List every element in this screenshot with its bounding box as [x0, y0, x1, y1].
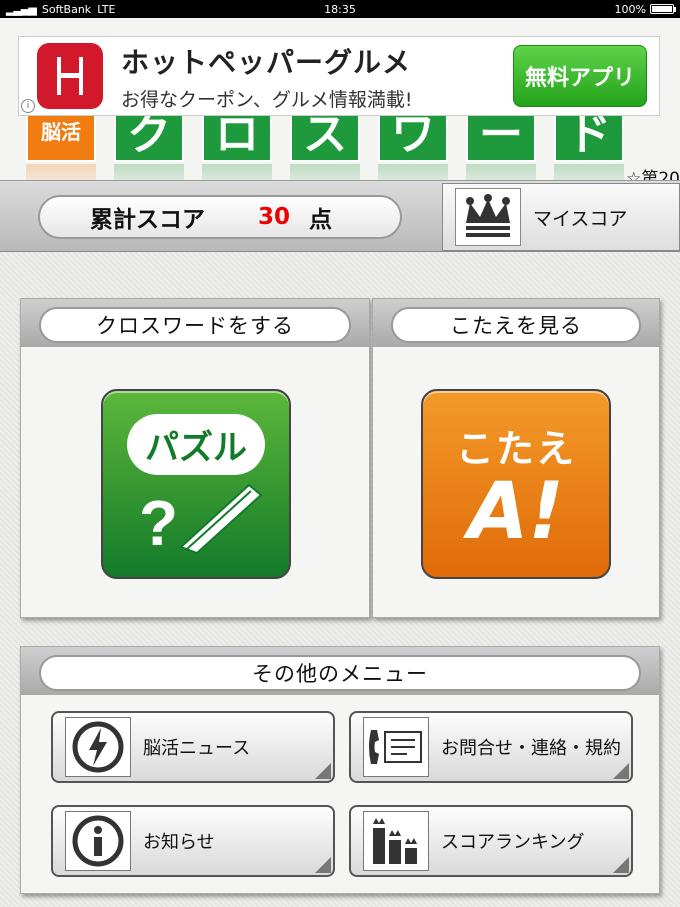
crossword-panel: クロスワードをする パズル ?	[20, 298, 370, 618]
my-score-label: マイスコア	[533, 207, 628, 230]
ad-install-button[interactable]: 無料アプリ	[513, 45, 647, 107]
battery-icon	[650, 4, 676, 14]
ad-subtitle: お得なクーポン、グルメ情報満載!	[121, 88, 413, 111]
score-unit: 点	[309, 207, 332, 233]
contact-icon	[363, 717, 429, 777]
restaurant-app-icon	[37, 43, 103, 109]
carrier-label: SoftBank	[41, 2, 92, 16]
fork-knife-icon	[57, 57, 83, 95]
edition-label: ☆第20	[626, 169, 680, 180]
answer-button-text: こたえ	[455, 426, 576, 471]
notices-button[interactable]: お知らせ	[51, 805, 335, 877]
ranking-button[interactable]: スコアランキング	[349, 805, 633, 877]
news-button[interactable]: 脳活ニュース	[51, 711, 335, 783]
answer-button[interactable]: こたえ A!	[421, 389, 611, 579]
answer-panel-label: こたえを見る	[391, 307, 641, 343]
news-label: 脳活ニュース	[143, 738, 251, 759]
contact-label: お問合せ・連絡・規約	[441, 738, 621, 759]
other-menu-panel: その他のメニュー 脳活ニュース お問合せ・連絡・規約 お知らせ スコアランキング	[20, 646, 660, 894]
total-score: 累計スコア 30 点	[38, 195, 402, 239]
signal-icon: ▂▃▄▅	[6, 2, 37, 16]
title-banner: 脳活 ク ロ ス ワ ー ド ☆第20 ホットペッパーグルメ お得なクーポン、グ…	[0, 18, 680, 180]
info-icon	[65, 811, 131, 871]
crown-icon	[455, 188, 521, 246]
svg-text:?: ?	[139, 487, 178, 555]
answer-glyph: A!	[468, 466, 564, 557]
info-icon[interactable]: i	[21, 99, 35, 113]
notices-label: お知らせ	[143, 832, 215, 853]
ad-title: ホットペッパーグルメ	[121, 45, 412, 79]
crossword-panel-label: クロスワードをする	[39, 307, 351, 343]
score-label: 累計スコア	[90, 207, 205, 233]
news-icon	[65, 717, 131, 777]
ranking-icon	[363, 811, 429, 871]
battery-percent: 100%	[614, 2, 646, 16]
puzzle-bubble: パズル	[127, 413, 265, 475]
score-value: 30	[257, 204, 290, 230]
network-label: LTE	[97, 2, 116, 16]
logo-reflection	[26, 164, 624, 180]
ranking-label: スコアランキング	[441, 832, 585, 853]
contact-button[interactable]: お問合せ・連絡・規約	[349, 711, 633, 783]
pen-question-icon: ?	[139, 483, 263, 555]
puzzle-button[interactable]: パズル ?	[101, 389, 291, 579]
ad-banner[interactable]: ホットペッパーグルメ お得なクーポン、グルメ情報満載! 無料アプリ i	[18, 36, 660, 116]
my-score-button[interactable]: マイスコア	[442, 183, 680, 251]
status-bar: ▂▃▄▅ SoftBank LTE 18:35 100%	[0, 0, 680, 18]
other-menu-label: その他のメニュー	[39, 655, 641, 691]
score-bar: 累計スコア 30 点 マイスコア	[0, 180, 680, 252]
answer-panel: こたえを見る こたえ A!	[372, 298, 660, 618]
